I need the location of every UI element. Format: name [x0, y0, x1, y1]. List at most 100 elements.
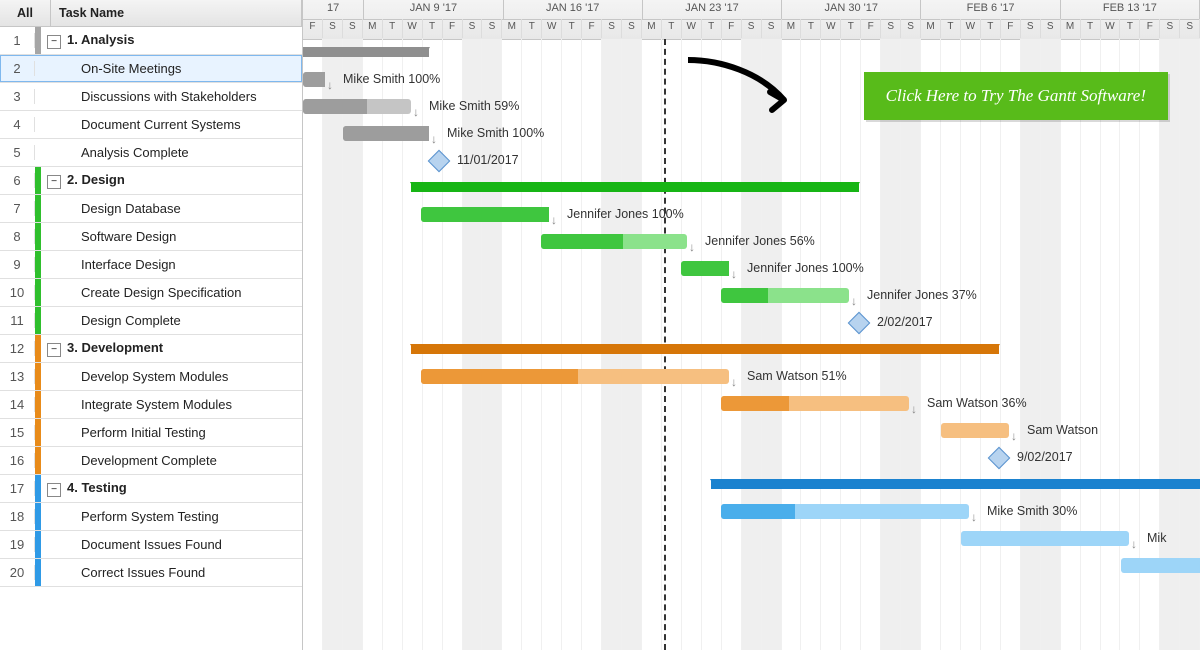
task-row[interactable]: 15Perform Initial Testing [0, 419, 302, 447]
day-header: S [463, 19, 483, 38]
timeline-header: 17JAN 9 '17JAN 16 '17JAN 23 '17JAN 30 '1… [303, 0, 1200, 40]
day-header: S [742, 19, 762, 38]
day-header: S [1021, 19, 1041, 38]
summary-bar[interactable] [411, 344, 999, 354]
row-number: 1 [0, 33, 35, 48]
collapse-toggle[interactable]: − [47, 483, 61, 497]
row-number: 20 [0, 565, 35, 580]
task-row[interactable]: 11Design Complete [0, 307, 302, 335]
col-header-all[interactable]: All [0, 0, 51, 26]
row-number: 2 [0, 61, 35, 76]
milestone-icon[interactable] [428, 150, 451, 173]
grid-header: All Task Name [0, 0, 302, 27]
task-bar[interactable] [303, 99, 411, 114]
task-row-phase[interactable]: 17−4. Testing [0, 475, 302, 503]
day-header: T [841, 19, 861, 38]
task-row[interactable]: 4Document Current Systems [0, 111, 302, 139]
row-number: 8 [0, 229, 35, 244]
task-row[interactable]: 14Integrate System Modules [0, 391, 302, 419]
gantt-row [303, 39, 1200, 66]
task-name: Create Design Specification [81, 285, 241, 300]
task-bar[interactable] [541, 234, 687, 249]
collapse-toggle[interactable]: − [47, 343, 61, 357]
task-bar[interactable] [343, 126, 429, 141]
day-header: T [562, 19, 582, 38]
day-header: W [403, 19, 423, 38]
day-header: S [901, 19, 921, 38]
summary-bar[interactable] [711, 479, 1200, 489]
task-row[interactable]: 16Development Complete [0, 447, 302, 475]
cta-button[interactable]: Click Here to Try The Gantt Software! [864, 72, 1168, 120]
task-row[interactable]: 8 Software Design [0, 223, 302, 251]
dependency-arrow-icon: ↓ [971, 510, 977, 524]
week-header: JAN 30 '17 [782, 0, 921, 19]
task-row-phase[interactable]: 1−1. Analysis [0, 27, 302, 55]
task-bar[interactable] [941, 423, 1009, 438]
row-number: 14 [0, 397, 35, 412]
gantt-body[interactable]: ↓Mike Smith 100%↓Mike Smith 59%↓Mike Smi… [303, 39, 1200, 650]
task-name: Design Database [81, 201, 181, 216]
task-row[interactable]: 7Design Database [0, 195, 302, 223]
gantt-row: ↓ Sam Watson [303, 417, 1200, 444]
task-row[interactable]: 5 Analysis Complete [0, 139, 302, 167]
summary-bar[interactable] [411, 182, 859, 192]
task-name: Correct Issues Found [81, 565, 205, 580]
task-row-phase[interactable]: 12−3. Development [0, 335, 302, 363]
collapse-toggle[interactable]: − [47, 35, 61, 49]
task-bar[interactable] [721, 288, 849, 303]
gantt-row [303, 471, 1200, 498]
task-name: Design Complete [81, 313, 181, 328]
collapse-toggle[interactable]: − [47, 175, 61, 189]
task-bar-label: Jennifer Jones 100% [747, 261, 864, 275]
row-number: 19 [0, 537, 35, 552]
row-number: 17 [0, 481, 35, 496]
milestone-icon[interactable] [988, 447, 1011, 470]
task-bar[interactable] [421, 207, 549, 222]
day-header: T [522, 19, 542, 38]
day-header: S [343, 19, 363, 38]
row-number: 5 [0, 145, 35, 160]
week-header: FEB 13 '17 [1061, 0, 1200, 19]
day-header: M [921, 19, 941, 38]
task-bar-label: Sam Watson [1027, 423, 1098, 437]
task-row[interactable]: 3Discussions with Stakeholders [0, 83, 302, 111]
day-header: T [1081, 19, 1101, 38]
summary-bar[interactable] [303, 47, 429, 57]
task-row-phase[interactable]: 6−2. Design [0, 167, 302, 195]
day-header: F [582, 19, 602, 38]
row-number: 6 [0, 173, 35, 188]
task-row[interactable]: 13Develop System Modules [0, 363, 302, 391]
task-bar[interactable] [961, 531, 1129, 546]
week-header: 17 [303, 0, 364, 19]
day-header: M [502, 19, 522, 38]
task-bar[interactable] [1121, 558, 1200, 573]
task-bar[interactable] [681, 261, 729, 276]
task-bar[interactable] [303, 72, 325, 87]
task-row[interactable]: 18Perform System Testing [0, 503, 302, 531]
task-name: 4. Testing [67, 480, 127, 495]
task-bar[interactable] [421, 369, 729, 384]
task-bar[interactable] [721, 504, 969, 519]
day-header: W [542, 19, 562, 38]
day-header: W [961, 19, 981, 38]
task-bar[interactable] [721, 396, 909, 411]
dependency-arrow-icon: ↓ [1011, 429, 1017, 443]
task-name: Software Design [81, 229, 176, 244]
milestone-label: 11/01/2017 [457, 153, 519, 167]
day-header: W [1101, 19, 1121, 38]
task-name: Analysis Complete [81, 145, 189, 160]
gantt-row [303, 552, 1200, 579]
row-number: 18 [0, 509, 35, 524]
day-header: F [1140, 19, 1160, 38]
dependency-arrow-icon: ↓ [413, 105, 419, 119]
task-row[interactable]: 10Create Design Specification [0, 279, 302, 307]
day-header: M [1061, 19, 1081, 38]
task-row[interactable]: 20 Correct Issues Found [0, 559, 302, 587]
milestone-icon[interactable] [848, 312, 871, 335]
task-row[interactable]: 19Document Issues Found [0, 531, 302, 559]
row-number: 13 [0, 369, 35, 384]
task-row[interactable]: 2On-Site Meetings [0, 55, 302, 83]
task-row[interactable]: 9Interface Design [0, 251, 302, 279]
day-header: F [722, 19, 742, 38]
col-header-taskname[interactable]: Task Name [51, 0, 302, 26]
